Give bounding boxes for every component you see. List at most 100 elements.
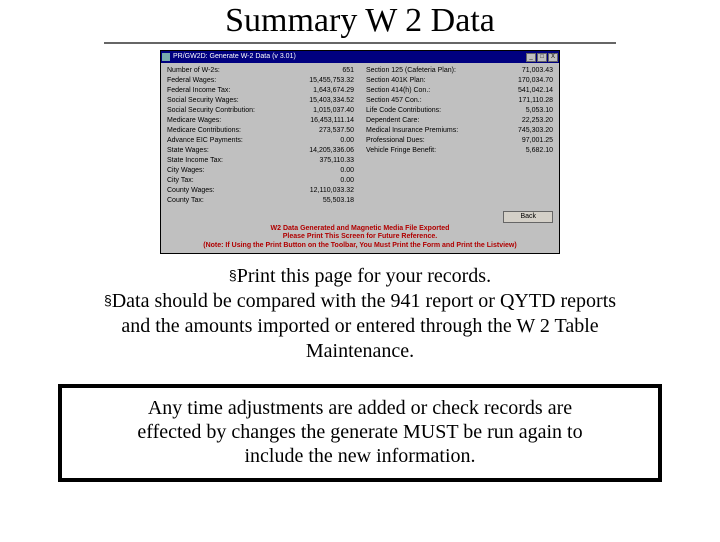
summary-value: 12,110,033.32 <box>302 187 354 197</box>
bullet-list: §Print this page for your records. §Data… <box>24 264 696 364</box>
summary-label: State Income Tax: <box>167 157 229 167</box>
warning-line: effected by changes the generate MUST be… <box>74 420 646 444</box>
warning-line: Any time adjustments are added or check … <box>74 396 646 420</box>
bullet-item: §Print this page for your records. <box>24 264 696 289</box>
summary-value: 14,205,336.06 <box>302 147 354 157</box>
summary-label: Number of W-2s: <box>167 67 226 77</box>
summary-label: Federal Wages: <box>167 77 222 87</box>
summary-value: 5,682.10 <box>501 147 553 157</box>
summary-label: Section 414(h) Con.: <box>366 87 436 97</box>
summary-label: Professional Dues: <box>366 137 431 147</box>
summary-label: County Wages: <box>167 187 221 197</box>
summary-row: Social Security Contribution:1,015,037.4… <box>167 107 354 117</box>
summary-label: City Wages: <box>167 167 210 177</box>
summary-value: 71,003.43 <box>501 67 553 77</box>
window-footer: W2 Data Generated and Magnetic Media Fil… <box>167 223 553 250</box>
summary-value: 745,303.20 <box>501 127 553 137</box>
summary-value: 0.00 <box>302 137 354 147</box>
summary-row: Medicare Contributions: 273,537.50 <box>167 127 354 137</box>
summary-label: Dependent Care: <box>366 117 425 127</box>
summary-row: Dependent Care: 22,253.20 <box>366 117 553 127</box>
maximize-button[interactable]: □ <box>537 53 547 62</box>
summary-value: 171,110.28 <box>501 97 553 107</box>
summary-label: Medical Insurance Premiums: <box>366 127 464 137</box>
summary-label: Section 457 Con.: <box>366 97 428 107</box>
summary-label: Vehicle Fringe Benefit: <box>366 147 442 157</box>
summary-columns: Number of W-2s: 651 Federal Wages: 15,455,7… <box>167 67 553 207</box>
summary-label: City Tax: <box>167 177 200 187</box>
summary-row: Number of W-2s: 651 <box>167 67 354 77</box>
warning-box: Any time adjustments are added or check … <box>58 384 662 482</box>
summary-row: Section 401K Plan: 170,034.70 <box>366 77 553 87</box>
back-row: Back <box>167 211 553 223</box>
summary-value: 16,453,111.14 <box>302 117 354 127</box>
slide: Summary W 2 Data PR/GW2D: Generate W-2 D… <box>0 2 720 542</box>
summary-label: Advance EIC Payments: <box>167 137 249 147</box>
summary-label: Section 401K Plan: <box>366 77 432 87</box>
footer-line: W2 Data Generated and Magnetic Media Fil… <box>167 225 553 233</box>
summary-value: 170,034.70 <box>501 77 553 87</box>
window-body: Number of W-2s: 651 Federal Wages: 15,455,7… <box>161 63 559 253</box>
summary-label: State Wages: <box>167 147 215 157</box>
summary-label: Life Code Contributions: <box>366 107 447 117</box>
summary-value: 375,110.33 <box>302 157 354 167</box>
summary-row: County Tax: 55,503.18 <box>167 197 354 207</box>
summary-row: State Wages: 14,205,336.06 <box>167 147 354 157</box>
summary-row: Social Security Wages: 15,403,334.52 <box>167 97 354 107</box>
close-button[interactable]: X <box>548 53 558 62</box>
bullet-text: Data should be compared with the 941 rep… <box>112 290 616 312</box>
summary-label: Medicare Wages: <box>167 117 227 127</box>
summary-row: State Income Tax: 375,110.33 <box>167 157 354 167</box>
summary-value: 273,537.50 <box>302 127 354 137</box>
title-underline <box>104 42 616 44</box>
summary-label: County Tax: <box>167 197 210 207</box>
summary-value: 0.00 <box>302 167 354 177</box>
summary-row: Federal Income Tax: 1,643,674.29 <box>167 87 354 97</box>
summary-row: Life Code Contributions: 5,053.10 <box>366 107 553 117</box>
summary-value: 1,643,674.29 <box>302 87 354 97</box>
app-window: PR/GW2D: Generate W-2 Data (v 3.01) _ □ … <box>160 50 560 254</box>
window-caption: PR/GW2D: Generate W-2 Data (v 3.01) <box>173 53 526 61</box>
summary-row: Medical Insurance Premiums: 745,303.20 <box>366 127 553 137</box>
summary-value: 97,001.25 <box>501 137 553 147</box>
footer-line: Please Print This Screen for Future Refe… <box>167 233 553 241</box>
summary-row: Medicare Wages: 16,453,111.14 <box>167 117 354 127</box>
summary-row: Section 414(h) Con.: 541,042.14 <box>366 87 553 97</box>
window-icon <box>162 53 170 61</box>
summary-row: City Wages: 0.00 <box>167 167 354 177</box>
footer-line: (Note: If Using the Print Button on the … <box>167 242 553 250</box>
summary-right-column: Section 125 (Cafeteria Plan):71,003.43Se… <box>366 67 553 207</box>
summary-left-column: Number of W-2s: 651 Federal Wages: 15,455,7… <box>167 67 354 207</box>
summary-value: 22,253.20 <box>501 117 553 127</box>
bullet-item: §Data should be compared with the 941 re… <box>24 289 696 314</box>
bullet-text: Print this page for your records. <box>237 265 491 287</box>
bullet-mark-icon: § <box>104 292 112 308</box>
summary-value: 0.00 <box>302 177 354 187</box>
bullet-continuation: Maintenance. <box>24 339 696 364</box>
summary-value: 651 <box>302 67 354 77</box>
summary-value: 5,053.10 <box>501 107 553 117</box>
summary-row: Section 457 Con.: 171,110.28 <box>366 97 553 107</box>
back-button[interactable]: Back <box>503 211 553 223</box>
bullet-mark-icon: § <box>229 267 237 283</box>
summary-label: Social Security Contribution: <box>167 107 261 117</box>
summary-row: City Tax: 0.00 <box>167 177 354 187</box>
summary-label: Social Security Wages: <box>167 97 245 107</box>
summary-row: Section 125 (Cafeteria Plan):71,003.43 <box>366 67 553 77</box>
page-title: Summary W 2 Data <box>24 2 696 40</box>
warning-line: include the new information. <box>74 444 646 468</box>
summary-row: Vehicle Fringe Benefit: 5,682.10 <box>366 147 553 157</box>
window-titlebar: PR/GW2D: Generate W-2 Data (v 3.01) _ □ … <box>161 51 559 63</box>
bullet-continuation: and the amounts imported or entered thro… <box>24 314 696 339</box>
summary-value: 15,403,334.52 <box>302 97 354 107</box>
summary-label: Federal Income Tax: <box>167 87 236 97</box>
summary-value: 55,503.18 <box>302 197 354 207</box>
summary-row: Federal Wages: 15,455,753.32 <box>167 77 354 87</box>
summary-label: Medicare Contributions: <box>167 127 247 137</box>
window-controls: _ □ X <box>526 53 558 62</box>
summary-row: Professional Dues: 97,001.25 <box>366 137 553 147</box>
minimize-button[interactable]: _ <box>526 53 536 62</box>
summary-row: Advance EIC Payments: 0.00 <box>167 137 354 147</box>
summary-value: 15,455,753.32 <box>302 77 354 87</box>
summary-value: 541,042.14 <box>501 87 553 97</box>
